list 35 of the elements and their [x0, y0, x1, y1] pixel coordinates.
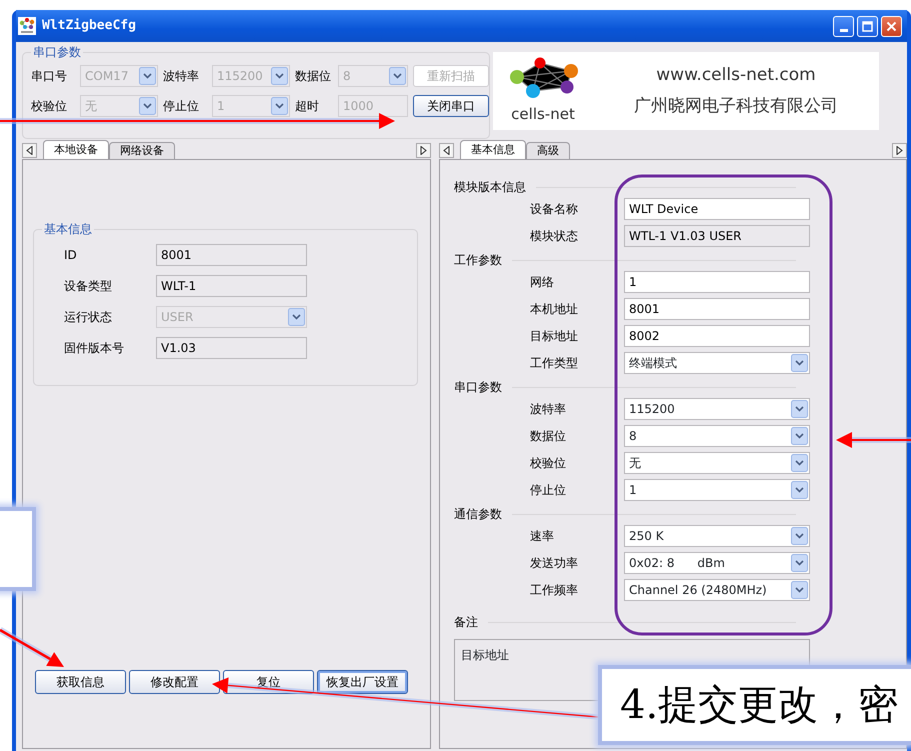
field-label: 停止位 [530, 482, 567, 499]
field-label: 波特率 [163, 68, 200, 86]
field-label: 工作类型 [530, 355, 579, 372]
field-label: 波特率 [530, 401, 567, 418]
section-title: 模块版本信息 [454, 179, 526, 196]
field-label: 本机地址 [530, 301, 579, 318]
field-label: 工作频率 [530, 582, 579, 599]
field-label: 校验位 [31, 98, 68, 116]
field-label: 数据位 [295, 68, 332, 86]
field-label: 固件版本号 [64, 340, 125, 358]
window-title: WltZigbeeCfg [42, 17, 137, 36]
section-title: 工作参数 [454, 252, 502, 269]
field-label: 发送功率 [530, 555, 579, 572]
field-label: 网络 [530, 274, 555, 291]
section-title: 串口参数 [454, 379, 502, 396]
group-title: 串口参数 [32, 45, 82, 60]
field-label: 设备名称 [530, 201, 579, 218]
field-label: 目标地址 [530, 328, 579, 345]
group-title: 基本信息 [43, 222, 93, 236]
company-name: 广州晓网电子科技有限公司 [634, 95, 838, 118]
field-label: ID [64, 247, 78, 264]
field-label: 串口号 [31, 68, 68, 86]
field-label: 模块状态 [530, 228, 579, 245]
field-label: 设备类型 [64, 278, 113, 296]
field-label: 速率 [530, 528, 555, 545]
website-text: www.cells-net.com [656, 64, 816, 86]
field-label: 运行状态 [64, 309, 113, 326]
field-label: 超时 [295, 98, 320, 116]
field-label: 校验位 [530, 455, 567, 472]
field-label: 停止位 [163, 98, 200, 116]
callout-text: 4.提交更改，密 [620, 682, 898, 728]
section-title: 备注 [454, 614, 478, 631]
field-label: 数据位 [530, 428, 567, 445]
section-title: 通信参数 [454, 506, 502, 523]
logo-text: cells-net [511, 104, 575, 125]
